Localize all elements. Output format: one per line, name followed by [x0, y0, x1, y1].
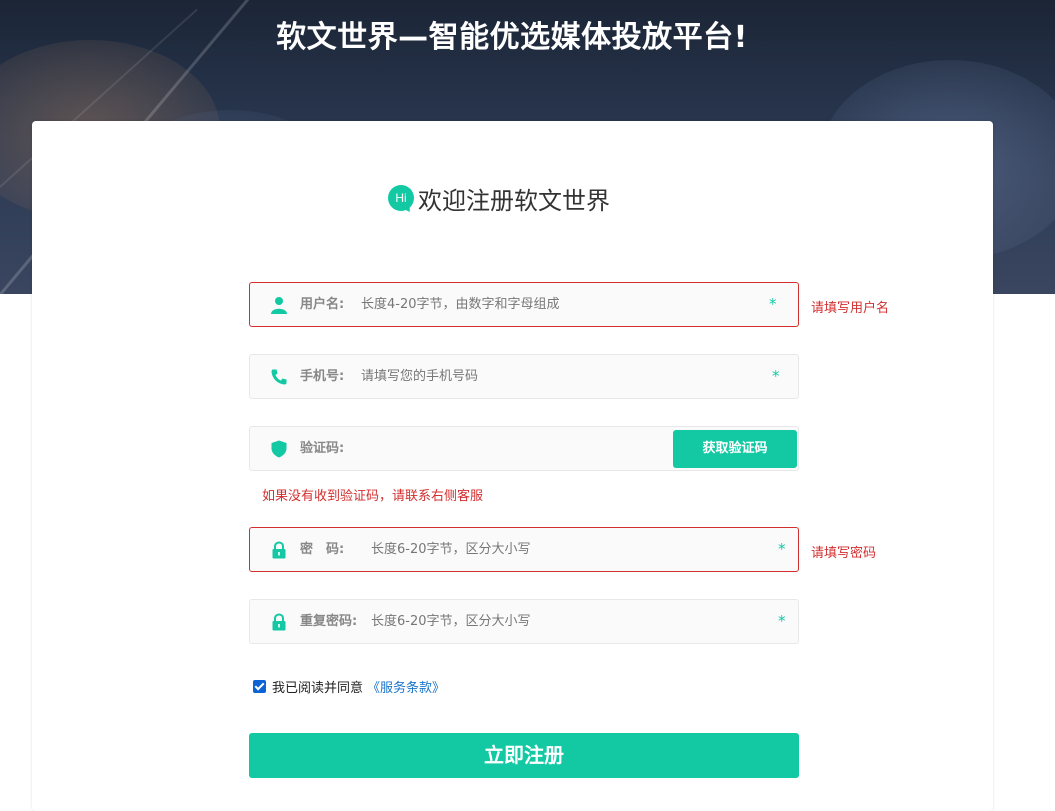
username-input[interactable] [361, 283, 741, 326]
password-error: 请填写密码 [811, 546, 877, 561]
phone-icon [271, 369, 287, 385]
code-hint: 如果没有收到验证码，请联系右侧客服 [262, 489, 484, 504]
hi-bubble-icon: Hi [388, 185, 416, 215]
agree-checkbox[interactable] [253, 679, 266, 693]
welcome-heading: Hi 欢迎注册软文世界 [388, 183, 610, 215]
username-error: 请填写用户名 [811, 301, 890, 316]
required-mark: * [772, 367, 780, 385]
phone-label: 手机号: [300, 369, 345, 384]
phone-field[interactable]: 手机号: * [249, 354, 799, 399]
get-code-button[interactable]: 获取验证码 [673, 430, 797, 468]
password-input[interactable] [371, 528, 751, 571]
confirm-password-input[interactable] [371, 600, 751, 643]
user-icon [271, 297, 287, 314]
password-label: 密 码: [300, 542, 345, 557]
lock-icon [272, 541, 286, 559]
welcome-text: 欢迎注册软文世界 [418, 186, 610, 215]
terms-link[interactable]: 《服务条款》 [367, 677, 445, 696]
shield-icon [271, 440, 287, 458]
phone-input[interactable] [361, 355, 741, 398]
hi-badge: Hi [388, 185, 414, 211]
register-button[interactable]: 立即注册 [249, 733, 799, 778]
code-input[interactable] [361, 427, 661, 470]
code-label: 验证码: [300, 441, 345, 456]
required-mark: * [769, 295, 777, 313]
username-label: 用户名: [300, 297, 345, 312]
confirm-password-label: 重复密码: [300, 614, 358, 629]
lock-icon [272, 613, 286, 631]
agreement-text: 我已阅读并同意 [272, 680, 364, 696]
hero-title: 软文世界—智能优选媒体投放平台! [276, 20, 748, 55]
agreement-row: 我已阅读并同意 《服务条款》 [253, 677, 445, 696]
confirm-password-field[interactable]: 重复密码: * [249, 599, 799, 644]
password-field[interactable]: 密 码: * [249, 527, 799, 572]
required-mark: * [778, 540, 786, 558]
username-field[interactable]: 用户名: * [249, 282, 799, 327]
required-mark: * [778, 612, 786, 630]
